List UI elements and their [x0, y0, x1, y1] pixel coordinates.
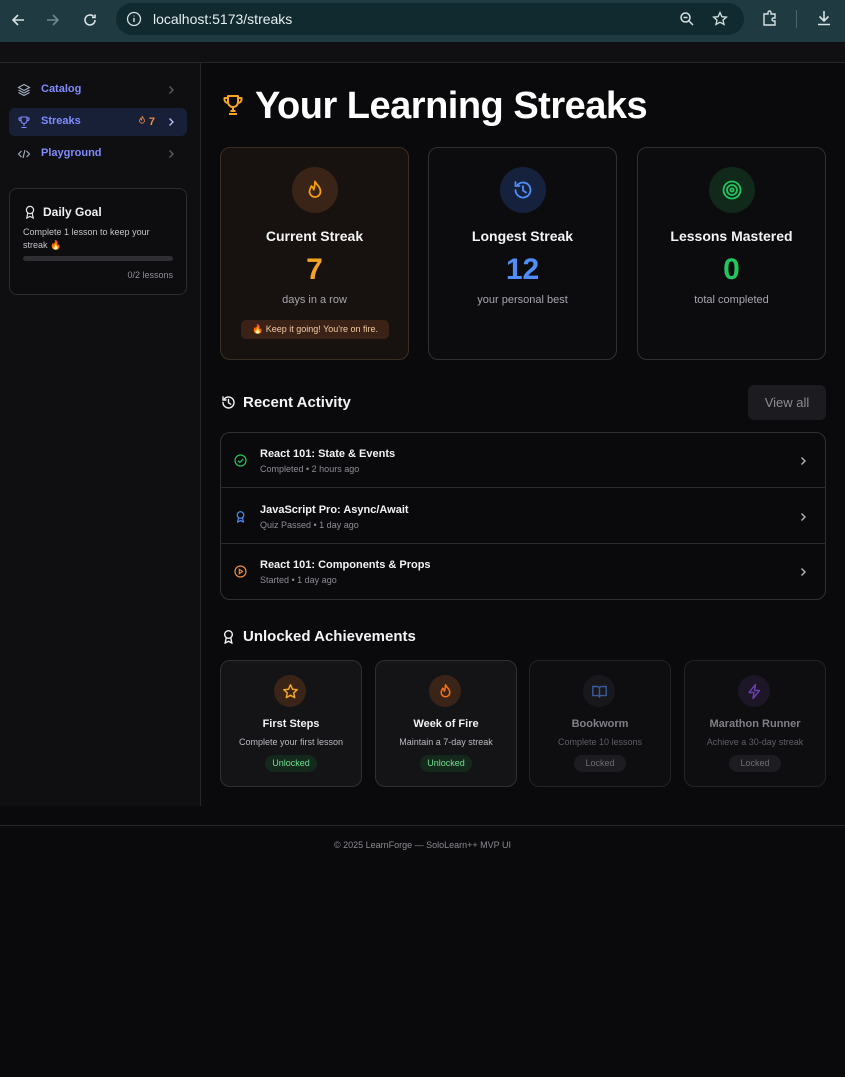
- flame-icon: [139, 115, 145, 124]
- play-circle-icon: [234, 565, 247, 578]
- activity-meta: Completed • 2 hours ago: [260, 464, 360, 474]
- achievement-name: Bookworm: [571, 718, 629, 730]
- achievement-desc: Complete 10 lessons: [557, 737, 643, 747]
- star-icon: [274, 675, 306, 707]
- daily-goal-title: Daily Goal: [43, 205, 102, 219]
- url-text: localhost:5173/streaks: [153, 11, 293, 27]
- activity-row[interactable]: JavaScript Pro: Async/Await Quiz Passed …: [221, 489, 825, 544]
- browser-toolbar: localhost:5173/streaks: [0, 0, 845, 42]
- achievement-status-badge: Unlocked: [265, 755, 317, 772]
- chevron-right-icon: [169, 150, 174, 158]
- extensions-icon[interactable]: [761, 9, 779, 27]
- activity-title: React 101: State & Events: [260, 448, 396, 460]
- arrow-left-icon: [11, 14, 24, 26]
- recent-activity-list: React 101: State & Events Completed • 2 …: [220, 432, 826, 600]
- achievement-status-badge: Locked: [574, 755, 626, 772]
- stat-value: 12: [505, 253, 540, 286]
- sidebar-item-streaks[interactable]: Streaks 7: [9, 108, 187, 136]
- achievement-status-badge: Locked: [729, 755, 781, 772]
- activity-meta: Started • 1 day ago: [260, 575, 337, 585]
- achievement-card[interactable]: Week of Fire Maintain a 7-day streak Unl…: [375, 660, 517, 787]
- forward-button[interactable]: [40, 7, 66, 33]
- achievement-name: Week of Fire: [413, 718, 479, 730]
- chevron-right-icon: [801, 568, 806, 576]
- reload-icon: [84, 14, 96, 26]
- arrow-right-icon: [47, 14, 60, 26]
- trophy-icon: [223, 95, 243, 115]
- activity-title: React 101: Components & Props: [260, 559, 431, 571]
- reload-button[interactable]: [77, 7, 103, 33]
- code-icon: [17, 149, 31, 159]
- target-icon: [709, 167, 755, 213]
- footer-text: © 2025 LearnForge — SoloLearn++ MVP UI: [333, 840, 512, 850]
- activity-row[interactable]: React 101: State & Events Completed • 2 …: [221, 433, 825, 488]
- activity-meta: Quiz Passed • 1 day ago: [260, 520, 359, 530]
- download-icon[interactable]: [815, 9, 833, 27]
- zoom-icon[interactable]: [679, 11, 695, 27]
- flame-icon: [292, 167, 338, 213]
- chevron-right-icon: [801, 513, 806, 521]
- book-icon: [583, 675, 615, 707]
- history-icon: [500, 167, 546, 213]
- daily-goal-card: Daily Goal Complete 1 lesson to keep you…: [9, 188, 187, 295]
- achievement-status-badge: Unlocked: [420, 755, 472, 772]
- layers-icon: [17, 83, 31, 97]
- achievement-name: First Steps: [262, 718, 320, 730]
- sidebar-item-label: Streaks: [41, 115, 81, 127]
- stat-label: Lessons Mastered: [670, 228, 793, 244]
- daily-goal-description: Complete 1 lesson to keep your streak 🔥: [23, 227, 150, 250]
- chevron-right-icon: [801, 457, 806, 465]
- stat-label: Longest Streak: [471, 228, 574, 244]
- achievement-desc: Maintain a 7-day streak: [399, 737, 493, 747]
- sidebar-item-label: Catalog: [41, 83, 82, 95]
- streak-count-badge: 7: [138, 115, 155, 128]
- achievement-desc: Complete your first lesson: [238, 737, 344, 747]
- sidebar: Catalog Streaks 7 Playground Daily Goal …: [0, 63, 201, 806]
- sidebar-item-catalog[interactable]: Catalog: [9, 76, 187, 104]
- history-icon: [222, 396, 235, 409]
- achievement-name: Marathon Runner: [709, 718, 801, 730]
- stat-value: 7: [306, 253, 323, 286]
- achievement-card[interactable]: Bookworm Complete 10 lessons Locked: [529, 660, 671, 787]
- zap-icon: [738, 675, 770, 707]
- check-circle-icon: [234, 454, 247, 467]
- chevron-right-icon: [169, 86, 174, 94]
- award-icon: [236, 511, 245, 523]
- address-bar[interactable]: localhost:5173/streaks: [116, 3, 744, 35]
- streak-encouragement-badge: 🔥 Keep it going! You're on fire.: [241, 320, 389, 339]
- flame-icon: [429, 675, 461, 707]
- stat-sub: your personal best: [477, 294, 568, 306]
- site-info-icon[interactable]: [124, 9, 144, 29]
- daily-goal-progress-bar: [23, 256, 173, 261]
- bookmarks-strip: [0, 42, 845, 63]
- page-title: Your Learning Streaks: [255, 85, 648, 127]
- achievement-card[interactable]: Marathon Runner Achieve a 30-day streak …: [684, 660, 826, 787]
- stat-sub: days in a row: [282, 294, 347, 306]
- activity-title: JavaScript Pro: Async/Await: [260, 504, 409, 516]
- toolbar-divider: [796, 10, 797, 28]
- activity-row[interactable]: React 101: Components & Props Started • …: [221, 544, 825, 599]
- daily-goal-count: 0/2 lessons: [127, 270, 173, 280]
- footer-divider: [0, 825, 845, 826]
- chevron-right-icon: [169, 118, 174, 126]
- bookmark-star-icon[interactable]: [712, 11, 728, 27]
- stat-label: Current Streak: [265, 228, 364, 244]
- achievement-desc: Achieve a 30-day streak: [706, 737, 804, 747]
- achievement-card[interactable]: First Steps Complete your first lesson U…: [220, 660, 362, 787]
- view-all-button[interactable]: View all: [748, 385, 826, 420]
- stat-value: 0: [723, 253, 740, 286]
- trophy-icon: [18, 116, 30, 129]
- current-streak-card: Current Streak 7 days in a row 🔥 Keep it…: [220, 147, 409, 360]
- sidebar-item-label: Playground: [41, 147, 102, 159]
- longest-streak-card: Longest Streak 12 your personal best: [428, 147, 617, 360]
- lessons-mastered-card: Lessons Mastered 0 total completed: [637, 147, 826, 360]
- main-content: Your Learning Streaks Current Streak 7 d…: [201, 63, 845, 806]
- stat-sub: total completed: [694, 294, 769, 306]
- award-icon: [25, 205, 35, 219]
- award-icon: [224, 630, 233, 644]
- sidebar-item-playground[interactable]: Playground: [9, 140, 187, 168]
- back-button[interactable]: [5, 7, 31, 33]
